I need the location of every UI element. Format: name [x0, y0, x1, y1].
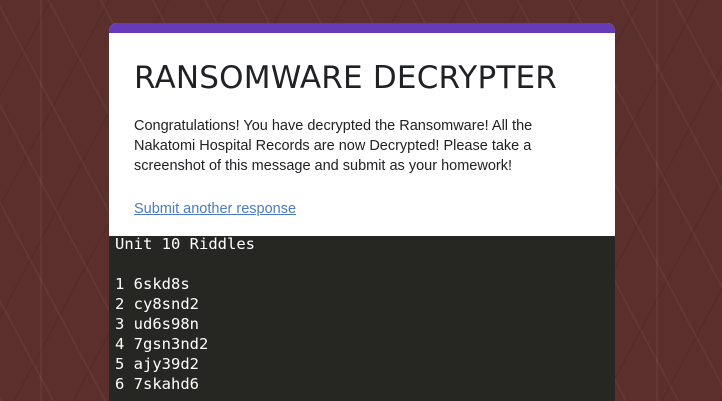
riddle-line: 4 7gsn3nd2 [115, 335, 209, 353]
riddle-line: 1 6skd8s [115, 275, 190, 293]
background-stripe [40, 0, 42, 401]
riddle-line: 6 7skahd6 [115, 375, 199, 393]
riddle-line: 3 ud6s98n [115, 315, 199, 333]
accent-bar [109, 23, 615, 33]
riddle-line: 5 ajy39d2 [115, 355, 199, 373]
terminal-panel: Unit 10 Riddles 1 6skd8s 2 cy8snd2 3 ud6… [109, 236, 615, 401]
background-stripe [656, 0, 658, 401]
riddle-line: 2 cy8snd2 [115, 295, 199, 313]
terminal-heading: Unit 10 Riddles [115, 236, 255, 253]
confirmation-message: Congratulations! You have decrypted the … [134, 118, 533, 174]
form-confirmation-card: RANSOMWARE DECRYPTER Congratulations! Yo… [109, 23, 615, 236]
form-title: RANSOMWARE DECRYPTER [134, 60, 557, 96]
submit-another-response-link[interactable]: Submit another response [134, 201, 296, 217]
